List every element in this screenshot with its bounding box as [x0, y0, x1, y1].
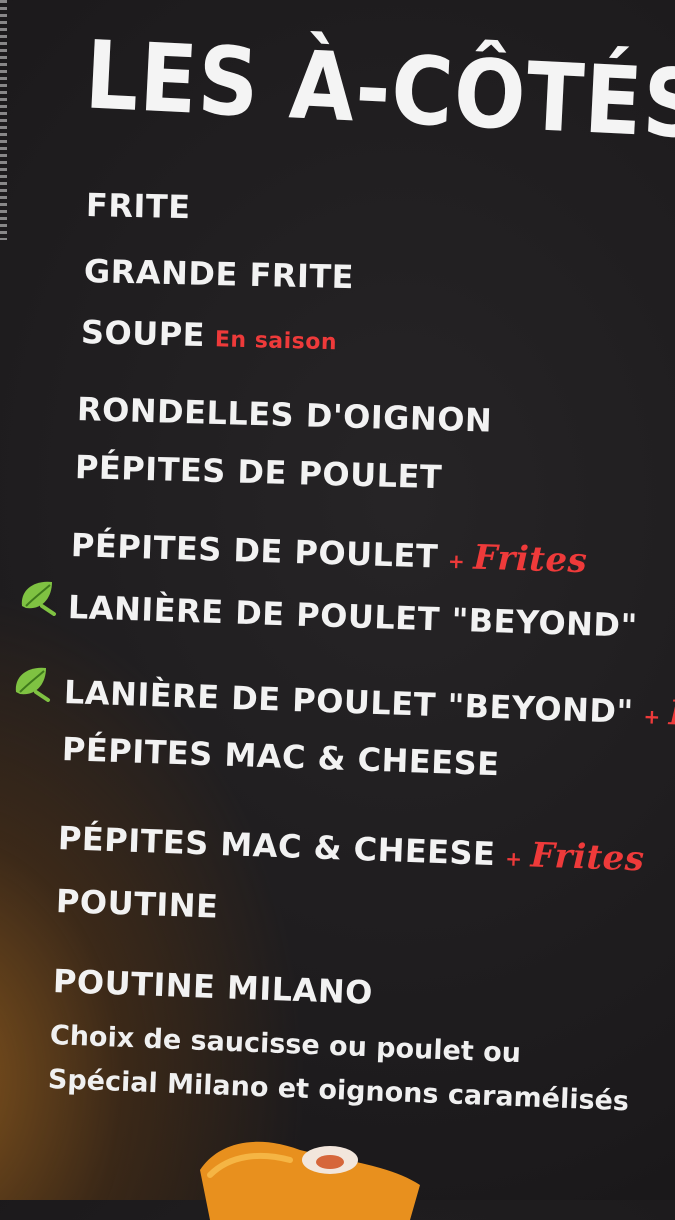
menu-item-label: POUTINE [55, 882, 220, 926]
frites-addon: Frites [529, 835, 646, 880]
poutine-milano-description-line2: Spécial Milano et oignons caramélisés [47, 1064, 630, 1118]
menu-item-label: PÉPITES MAC & CHEESE [61, 730, 501, 784]
menu-item-label: PÉPITES DE POULET [70, 526, 439, 576]
menu-item-label: LANIÈRE DE POULET "BEYOND" [67, 588, 639, 645]
leaf-icon [15, 667, 50, 702]
menu-item-pepites-mac-cheese: PÉPITES MAC & CHEESE [61, 730, 500, 783]
menu-item-label: GRANDE FRITE [83, 252, 355, 297]
poutine-milano-description-line1: Choix de saucisse ou poulet ou [49, 1020, 522, 1070]
menu-item-rondelles-oignon: RONDELLES D'OIGNON [76, 390, 492, 440]
menu-item-laniere-beyond: LANIÈRE DE POULET "BEYOND" [67, 588, 638, 645]
menu-item-grande-frite: GRANDE FRITE [84, 252, 355, 296]
menu-item-laniere-beyond-frites: LANIÈRE DE POULET "BEYOND" + F [63, 672, 675, 734]
menu-item-pepites-poulet: PÉPITES DE POULET [74, 448, 442, 496]
menu-item-label: FRITE [85, 186, 191, 227]
plus-sign: + [447, 548, 466, 574]
menu-item-frite: FRITE [86, 186, 191, 226]
plus-sign: + [643, 704, 662, 729]
menu-item-label: SOUPE [80, 313, 206, 355]
menu-item-pepites-mac-cheese-frites: PÉPITES MAC & CHEESE + Frites [57, 818, 645, 879]
menu-title: LES À-CÔTÉS [82, 20, 675, 160]
menu-item-label: LANIÈRE DE POULET "BEYOND" [63, 673, 635, 731]
leaf-icon [21, 581, 56, 616]
menu-item-label: POUTINE MILANO [52, 962, 374, 1012]
menu-item-label: PÉPITES DE POULET [74, 448, 443, 497]
menu-item-soupe: SOUPE En saison [81, 313, 338, 357]
frites-addon: F [668, 693, 675, 734]
menu-board-edge [0, 0, 7, 240]
menu-item-pepites-poulet-frites: PÉPITES DE POULET + Frites [70, 525, 587, 581]
seasonal-note: En saison [214, 327, 338, 356]
menu-item-label: PÉPITES MAC & CHEESE [57, 819, 497, 874]
menu-item-label: RONDELLES D'OIGNON [76, 390, 493, 440]
food-photo [200, 1141, 420, 1220]
plus-sign: + [504, 846, 523, 872]
menu-item-poutine-milano: POUTINE MILANO [52, 962, 373, 1012]
menu-item-poutine: POUTINE [55, 882, 219, 926]
frites-addon: Frites [472, 537, 588, 582]
